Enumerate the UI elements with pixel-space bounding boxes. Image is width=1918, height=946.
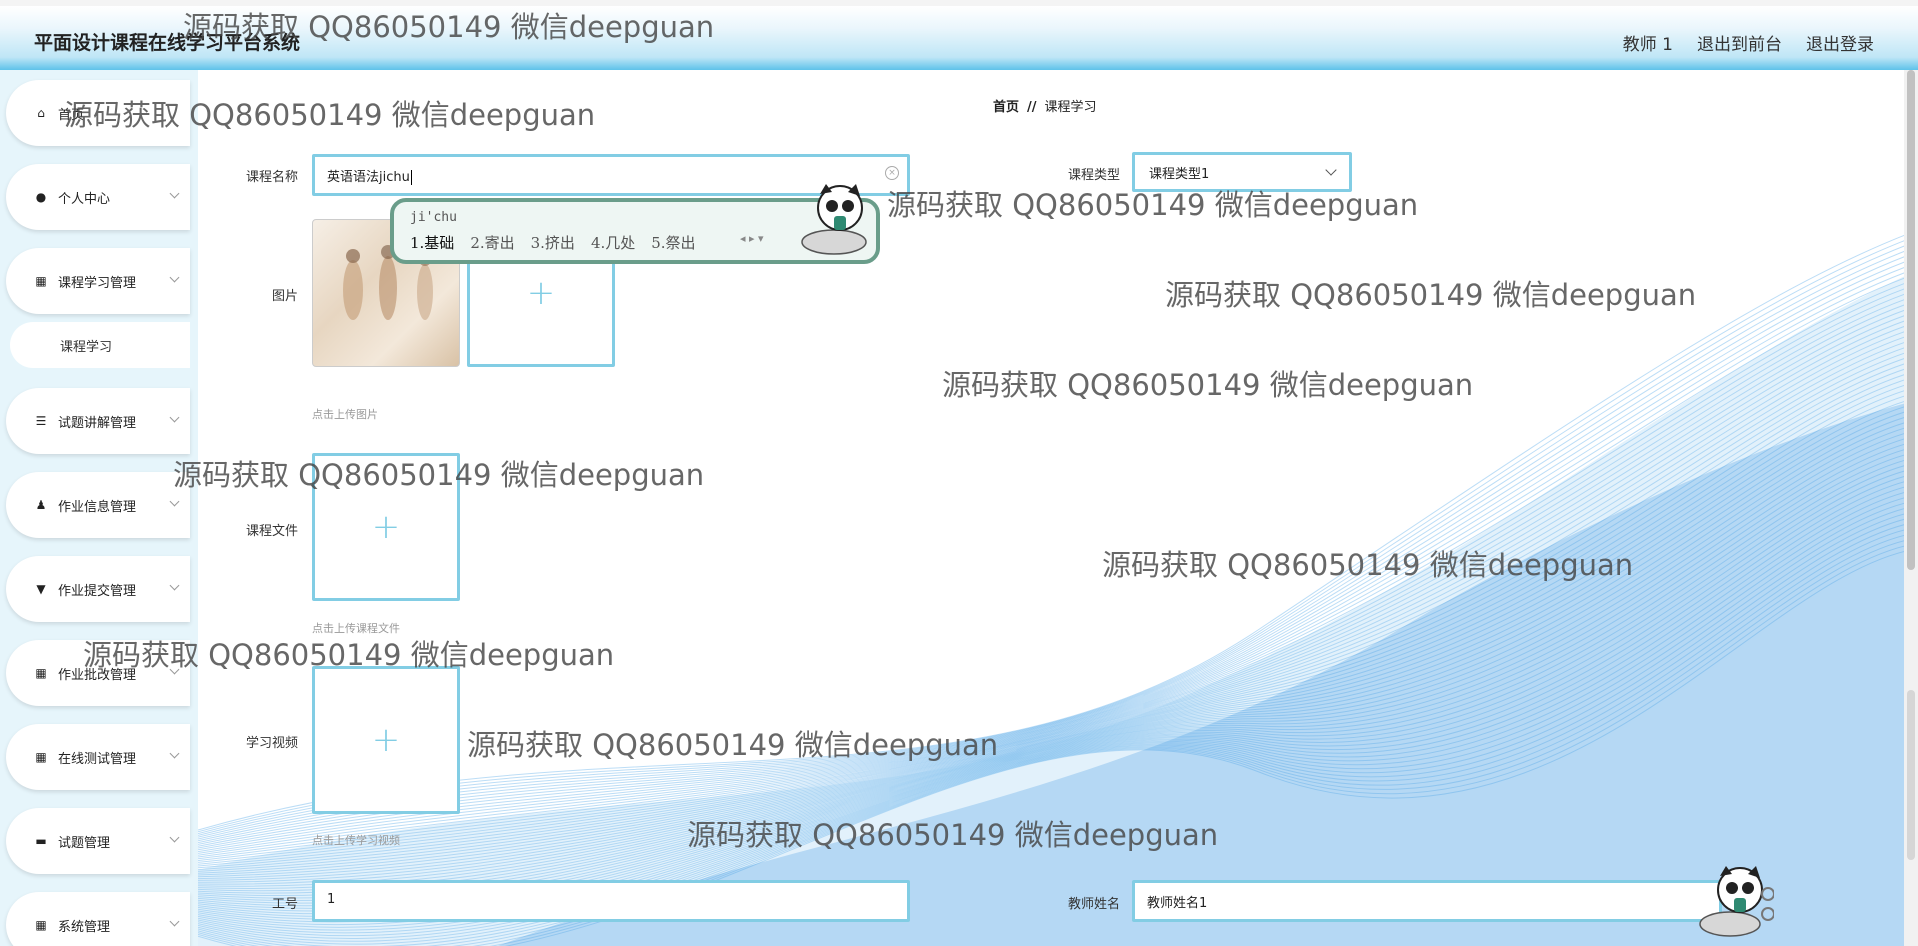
job-no-value: 1 [327,892,336,907]
chevron-down-icon [169,748,180,759]
ime-candidates: 1.基础 2.寄出 3.挤出 4.几处 5.祭出 [410,232,696,253]
clear-icon[interactable]: × [885,166,899,180]
chevron-down-icon [169,412,180,423]
sidebar-item-label: 在线测试管理 [58,751,137,767]
breadcrumb-separator: // [1027,100,1037,115]
header-actions: 教师 1 退出到前台 退出登录 [1623,30,1874,55]
scrollbar-track-segment [1907,690,1915,860]
grid-icon: ▦ [35,750,47,764]
chevron-down-icon [169,188,180,199]
chevron-down-icon [169,832,180,843]
study-video-upload-hint[interactable]: 点击上传学习视频 [312,832,400,848]
sidebar-item-home[interactable]: ⌂ 首页 [6,80,190,146]
grid-icon: ▦ [35,918,47,932]
job-no-input[interactable]: 1 [312,880,910,922]
ime-candidate[interactable]: 2.寄出 [470,232,514,253]
logout-link[interactable]: 退出登录 [1806,30,1874,55]
sidebar-item-label: 系统管理 [58,919,111,935]
app-title: 平面设计课程在线学习平台系统 [34,32,301,54]
study-video-upload-button[interactable]: + [312,666,460,814]
study-video-label: 学习视频 [245,736,298,751]
list-icon: ☰ [35,414,47,428]
sidebar-item-homework-info-mgmt[interactable]: ♟ 作业信息管理 [6,472,190,538]
grid-icon: ▦ [35,274,47,288]
chevron-down-icon [1325,164,1337,176]
sidebar-item-homework-grading-mgmt[interactable]: ▦ 作业批改管理 [6,640,190,706]
sidebar-item-question-explain-mgmt[interactable]: ☰ 试题讲解管理 [6,388,190,454]
sidebar-subitem-course-study[interactable]: 课程学习 [10,322,190,368]
grid-icon: ▦ [35,666,47,680]
chevron-down-icon [169,580,180,591]
ime-candidate[interactable]: 1.基础 [410,232,454,253]
sidebar-item-homework-submit-mgmt[interactable]: ▼ 作业提交管理 [6,556,190,622]
sidebar-item-label: 作业提交管理 [58,583,137,599]
sidebar-item-label: 个人中心 [58,191,111,207]
course-name-value: 英语语法jichu [327,170,410,185]
sidebar-item-system-mgmt[interactable]: ▦ 系统管理 [6,892,190,946]
ime-candidate[interactable]: 4.几处 [591,232,635,253]
ime-mascot-icon [784,180,868,260]
course-file-label: 课程文件 [245,524,298,539]
sidebar-item-online-test-mgmt[interactable]: ▦ 在线测试管理 [6,724,190,790]
job-no-label: 工号 [271,897,298,912]
image-upload-hint[interactable]: 点击上传图片 [312,406,378,422]
sidebar-item-label: 作业信息管理 [58,499,137,515]
chevron-down-icon [169,496,180,507]
sidebar-subitem-label: 课程学习 [60,339,113,355]
ime-pinyin: ji'chu [410,210,457,225]
course-file-upload-button[interactable]: + [312,453,460,601]
sidebar-item-label: 试题讲解管理 [58,415,137,431]
sidebar: ⌂ 首页 ● 个人中心 ▦ 课程学习管理 课程学习 ☰ 试题讲解管理 ♟ 作业信… [0,70,198,946]
chevron-down-icon [169,664,180,675]
user-icon: ● [35,190,47,204]
teacher-name-input[interactable]: 教师姓名1 [1132,880,1722,922]
chevron-down-icon [169,916,180,927]
sidebar-item-label: 首页 [58,107,85,123]
breadcrumb-current: 课程学习 [1044,100,1097,115]
breadcrumb: 首页 // 课程学习 [993,96,1097,115]
plus-icon: + [371,507,401,547]
breadcrumb-home[interactable]: 首页 [993,100,1019,115]
course-type-label: 课程类型 [1067,168,1120,183]
scrollbar-thumb[interactable] [1907,70,1915,570]
text-cursor [410,170,412,185]
chevron-down-icon [169,272,180,283]
teacher-name-value: 教师姓名1 [1147,896,1208,911]
sidebar-item-label: 试题管理 [58,835,111,851]
top-header: 平面设计课程在线学习平台系统 教师 1 退出到前台 退出登录 [0,0,1918,70]
sidebar-item-course-study-mgmt[interactable]: ▦ 课程学习管理 [6,248,190,314]
ime-tray-mascot-icon[interactable] [1690,862,1775,942]
course-name-label: 课程名称 [245,170,298,185]
sidebar-item-label: 作业批改管理 [58,667,137,683]
sidebar-item-question-mgmt[interactable]: ▬ 试题管理 [6,808,190,874]
plus-icon: + [371,720,401,760]
teacher-name-label: 教师姓名 [1067,897,1120,912]
page-scrollbar[interactable] [1904,70,1918,946]
exit-to-front-link[interactable]: 退出到前台 [1697,30,1782,55]
person-icon: ♟ [35,498,47,512]
ime-candidate[interactable]: 5.祭出 [651,232,695,253]
sidebar-item-label: 课程学习管理 [58,275,137,291]
ime-candidate[interactable]: 3.挤出 [531,232,575,253]
current-user-link[interactable]: 教师 1 [1623,30,1673,55]
course-type-value: 课程类型1 [1149,167,1210,182]
plus-icon: + [526,273,556,313]
pin-icon: ▼ [36,582,46,596]
image-label: 图片 [271,289,298,304]
course-file-upload-hint[interactable]: 点击上传课程文件 [312,620,400,636]
monitor-icon: ▬ [35,834,47,848]
course-type-select[interactable]: 课程类型1 [1132,152,1352,192]
home-icon: ⌂ [37,106,45,120]
sidebar-item-personal-center[interactable]: ● 个人中心 [6,164,190,230]
ime-page-nav[interactable]: ◂ ▸ ▾ [740,232,764,245]
